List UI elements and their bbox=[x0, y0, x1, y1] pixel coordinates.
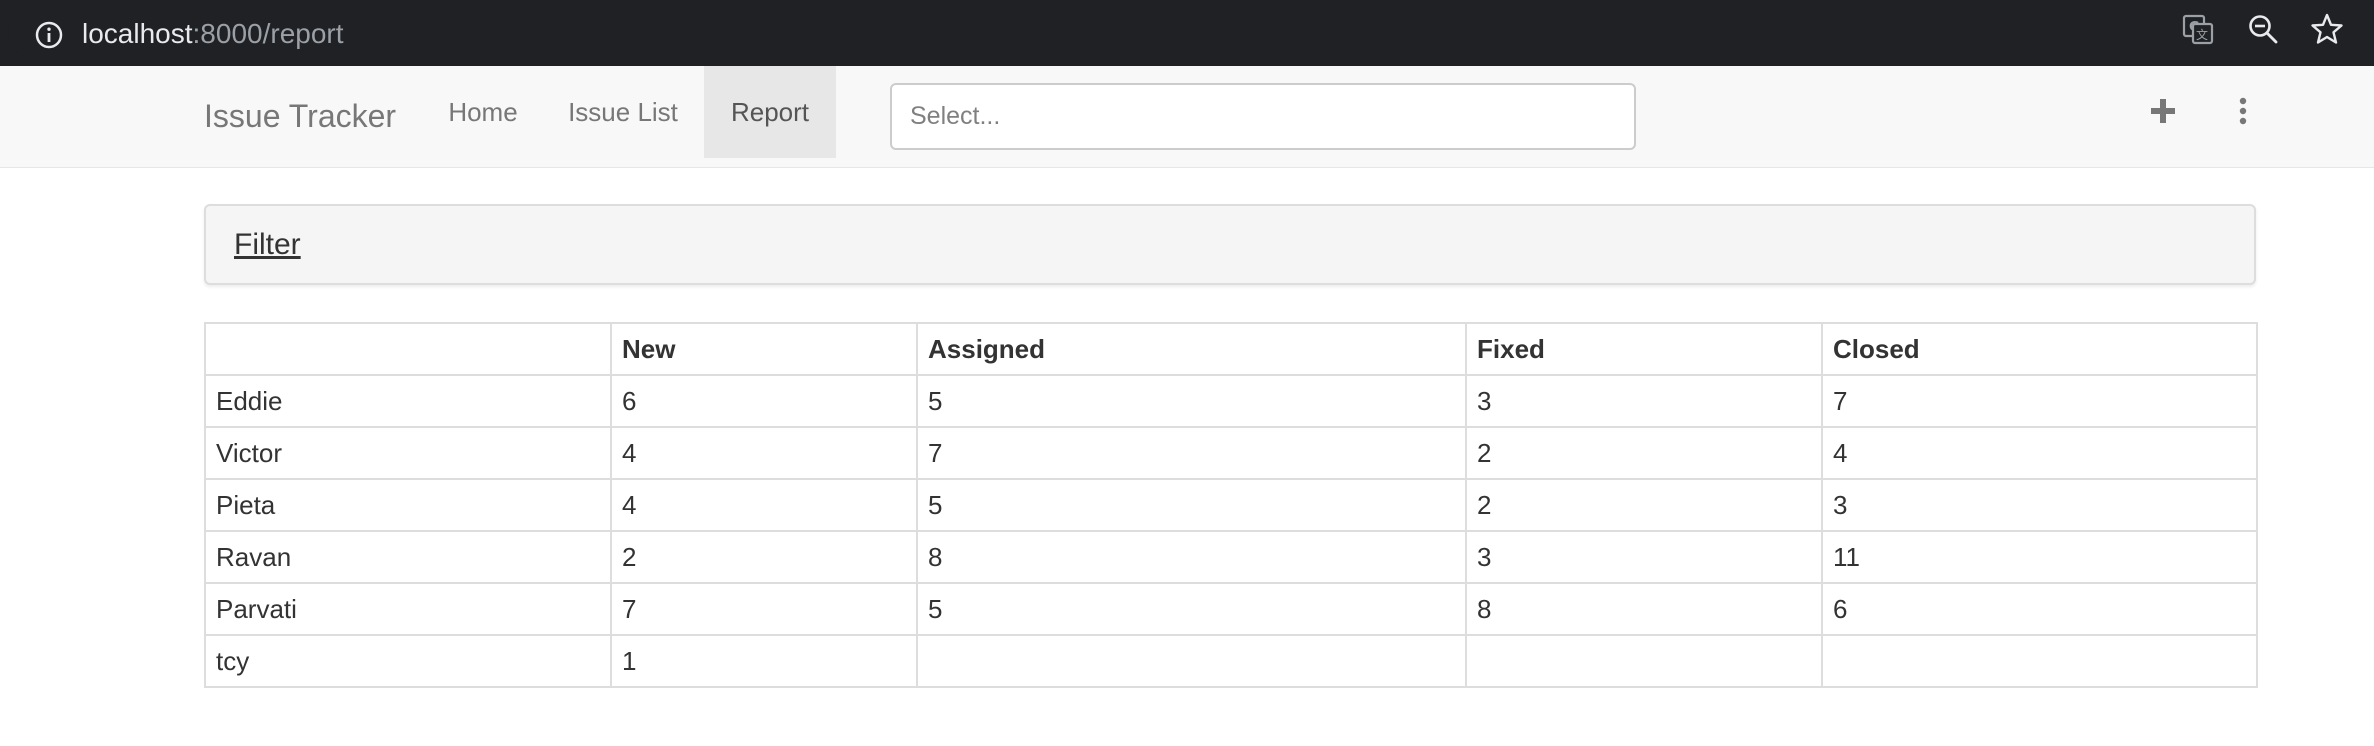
info-icon[interactable] bbox=[34, 20, 64, 50]
translate-icon[interactable]: G 文 bbox=[2181, 12, 2215, 46]
filter-toggle-link[interactable]: Filter bbox=[234, 226, 301, 264]
count-cell-fixed: 2 bbox=[1465, 478, 1823, 532]
count-cell-fixed: 8 bbox=[1465, 582, 1823, 636]
table-row: Parvati 7 5 8 6 bbox=[204, 582, 2258, 636]
count-cell-new: 6 bbox=[610, 374, 918, 428]
count-cell-assigned bbox=[916, 634, 1467, 688]
url-path: :8000/report bbox=[192, 18, 344, 49]
count-cell-new: 4 bbox=[610, 426, 918, 480]
column-header-assignee bbox=[204, 322, 612, 376]
count-cell-assigned: 5 bbox=[916, 582, 1467, 636]
brand-title[interactable]: Issue Tracker bbox=[204, 96, 396, 136]
zoom-out-icon[interactable] bbox=[2246, 12, 2280, 46]
count-cell-new: 2 bbox=[610, 530, 918, 584]
count-cell-assigned: 8 bbox=[916, 530, 1467, 584]
count-cell-closed: 6 bbox=[1821, 582, 2258, 636]
url-host: localhost bbox=[82, 18, 193, 49]
report-table: New Assigned Fixed Closed Eddie 6 5 3 7 … bbox=[204, 322, 2258, 688]
svg-text:文: 文 bbox=[2196, 27, 2208, 42]
count-cell-new: 4 bbox=[610, 478, 918, 532]
app-navbar: Issue Tracker Home Issue List Report Sel… bbox=[0, 66, 2374, 168]
count-cell-assigned: 5 bbox=[916, 478, 1467, 532]
count-cell-fixed: 2 bbox=[1465, 426, 1823, 480]
count-cell-closed: 7 bbox=[1821, 374, 2258, 428]
table-row: Eddie 6 5 3 7 bbox=[204, 374, 2258, 428]
column-header-new: New bbox=[610, 322, 918, 376]
bookmark-star-icon[interactable] bbox=[2310, 12, 2344, 46]
address-bar[interactable]: localhost:8000/report bbox=[8, 6, 2366, 58]
count-cell-fixed bbox=[1465, 634, 1823, 688]
count-cell-fixed: 3 bbox=[1465, 530, 1823, 584]
column-header-closed: Closed bbox=[1821, 322, 2258, 376]
assignee-cell: Victor bbox=[204, 426, 612, 480]
plus-icon[interactable] bbox=[2146, 94, 2180, 128]
nav-link-issue-list[interactable]: Issue List bbox=[545, 66, 701, 158]
column-header-assigned: Assigned bbox=[916, 322, 1467, 376]
count-cell-assigned: 7 bbox=[916, 426, 1467, 480]
table-row: tcy 1 bbox=[204, 634, 2258, 688]
count-cell-assigned: 5 bbox=[916, 374, 1467, 428]
assignee-cell: Eddie bbox=[204, 374, 612, 428]
assignee-cell: Ravan bbox=[204, 530, 612, 584]
count-cell-new: 7 bbox=[610, 582, 918, 636]
table-row: Ravan 2 8 3 11 bbox=[204, 530, 2258, 584]
browser-toolbar: localhost:8000/report G 文 bbox=[0, 0, 2374, 66]
issue-select-input[interactable]: Select... bbox=[890, 83, 1636, 150]
count-cell-closed: 3 bbox=[1821, 478, 2258, 532]
table-row: Pieta 4 5 2 3 bbox=[204, 478, 2258, 532]
count-cell-new: 1 bbox=[610, 634, 918, 688]
assignee-cell: Pieta bbox=[204, 478, 612, 532]
nav-link-report[interactable]: Report bbox=[704, 66, 836, 158]
column-header-fixed: Fixed bbox=[1465, 322, 1823, 376]
more-vertical-icon[interactable] bbox=[2226, 94, 2260, 128]
count-cell-closed: 11 bbox=[1821, 530, 2258, 584]
assignee-cell: tcy bbox=[204, 634, 612, 688]
url-text[interactable]: localhost:8000/report bbox=[82, 18, 344, 50]
filter-panel: Filter bbox=[204, 204, 2256, 285]
count-cell-closed bbox=[1821, 634, 2258, 688]
select-placeholder: Select... bbox=[910, 102, 1001, 130]
count-cell-closed: 4 bbox=[1821, 426, 2258, 480]
table-row: Victor 4 7 2 4 bbox=[204, 426, 2258, 480]
table-header-row: New Assigned Fixed Closed bbox=[204, 322, 2258, 376]
nav-link-home[interactable]: Home bbox=[424, 66, 542, 158]
assignee-cell: Parvati bbox=[204, 582, 612, 636]
count-cell-fixed: 3 bbox=[1465, 374, 1823, 428]
